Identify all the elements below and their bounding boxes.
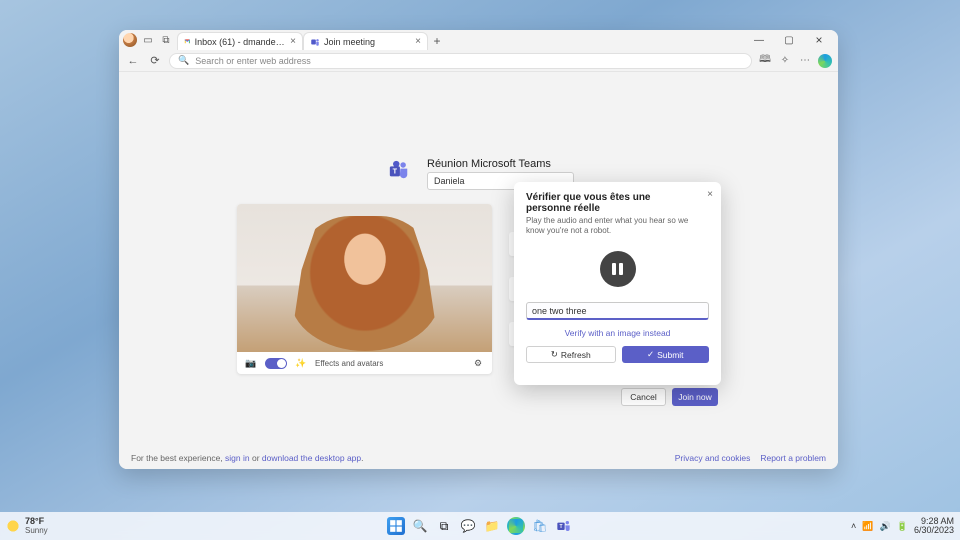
address-bar: ← ⟳ 🔍 Search or enter web address 🕮 ✧ ⋯: [119, 50, 838, 72]
close-icon[interactable]: ×: [415, 37, 421, 47]
gmail-icon: [184, 37, 191, 47]
video-controls-bar: 📷 ✨ Effects and avatars ⚙: [237, 352, 492, 374]
tab-title: Join meeting: [324, 37, 375, 47]
teams-logo-icon: T: [388, 159, 410, 181]
taskbar: 78°F Sunny 🔍 ⧉ 💬 📁 🛍 T ˄ 📶 🔊 🔋 9:28 AM 6…: [0, 512, 960, 540]
minimize-button[interactable]: —: [744, 30, 774, 50]
effects-label[interactable]: Effects and avatars: [315, 359, 383, 368]
clock[interactable]: 9:28 AM 6/30/2023: [914, 517, 954, 536]
taskbar-center: 🔍 ⧉ 💬 📁 🛍 T: [387, 517, 573, 535]
store-button[interactable]: 🛍: [531, 517, 549, 535]
camera-preview: [237, 204, 492, 352]
captcha-heading: Vérifier que vous êtes une personne réel…: [526, 192, 709, 214]
submit-button[interactable]: ✓Submit: [622, 346, 710, 363]
profile-avatar-icon[interactable]: [123, 33, 137, 47]
report-problem-link[interactable]: Report a problem: [760, 453, 826, 463]
tab-title: Inbox (61) - dmandera@gmail.com: [195, 37, 287, 47]
browser-window: ▭ ⧉ Inbox (61) - dmandera@gmail.com × Jo…: [119, 30, 838, 469]
browser-titlebar: ▭ ⧉ Inbox (61) - dmandera@gmail.com × Jo…: [119, 30, 838, 50]
download-app-link[interactable]: download the desktop app: [262, 453, 361, 463]
refresh-label: Refresh: [561, 350, 591, 360]
audio-pause-button[interactable]: [600, 251, 636, 287]
omnibox-placeholder: Search or enter web address: [195, 56, 311, 66]
back-button[interactable]: ←: [125, 53, 141, 69]
close-icon[interactable]: ×: [707, 189, 713, 200]
join-now-button[interactable]: Join now: [672, 388, 718, 406]
verify-image-link[interactable]: Verify with an image instead: [526, 328, 709, 338]
footer-text: For the best experience, sign in or down…: [131, 453, 364, 463]
captcha-subtext: Play the audio and enter what you hear s…: [526, 216, 709, 237]
more-icon[interactable]: ⋯: [798, 54, 812, 68]
weather-desc: Sunny: [25, 527, 48, 535]
chevron-up-icon[interactable]: ˄: [851, 521, 856, 531]
svg-text:T: T: [559, 524, 562, 530]
file-explorer-button[interactable]: 📁: [483, 517, 501, 535]
battery-icon[interactable]: 🔋: [897, 521, 908, 532]
teams-icon: [310, 37, 320, 47]
join-label: Join now: [678, 392, 712, 402]
workspaces-icon[interactable]: ▭: [141, 33, 155, 47]
tab-actions-icon[interactable]: ⧉: [159, 33, 173, 47]
tab-join-meeting[interactable]: Join meeting ×: [303, 32, 428, 50]
cancel-label: Cancel: [630, 392, 656, 402]
effects-icon[interactable]: ✨: [295, 357, 307, 369]
close-icon[interactable]: ×: [290, 37, 296, 47]
cancel-button[interactable]: Cancel: [621, 388, 666, 406]
copilot-icon[interactable]: [818, 54, 832, 68]
check-icon: ✓: [647, 349, 654, 360]
volume-icon[interactable]: 🔊: [880, 521, 891, 532]
omnibox[interactable]: 🔍 Search or enter web address: [169, 53, 752, 69]
wifi-icon[interactable]: 📶: [862, 521, 873, 532]
start-button[interactable]: [387, 517, 405, 535]
captcha-actions: ↻Refresh ✓Submit: [526, 346, 709, 363]
search-button[interactable]: 🔍: [411, 517, 429, 535]
new-tab-button[interactable]: +: [428, 32, 446, 50]
sun-icon: [6, 519, 20, 533]
task-view-button[interactable]: ⧉: [435, 517, 453, 535]
window-controls: — ▢ ×: [744, 30, 834, 50]
tray-date: 6/30/2023: [914, 526, 954, 535]
join-actions: Cancel Join now: [621, 388, 718, 406]
page-footer: For the best experience, sign in or down…: [131, 453, 826, 463]
meeting-title: Réunion Microsoft Teams: [427, 158, 551, 170]
maximize-button[interactable]: ▢: [774, 30, 804, 50]
camera-toggle[interactable]: [265, 358, 287, 369]
tab-strip: Inbox (61) - dmandera@gmail.com × Join m…: [177, 30, 740, 50]
pause-icon: [619, 263, 623, 275]
captcha-answer-input[interactable]: [526, 302, 709, 320]
chat-button[interactable]: 💬: [459, 517, 477, 535]
edge-button[interactable]: [507, 517, 525, 535]
favorites-icon[interactable]: ✧: [778, 54, 792, 68]
settings-gear-icon[interactable]: ⚙: [472, 357, 484, 369]
refresh-button[interactable]: ↻Refresh: [526, 346, 616, 363]
camera-icon[interactable]: 📷: [245, 357, 257, 369]
refresh-button[interactable]: ⟳: [147, 53, 163, 69]
submit-label: Submit: [657, 350, 683, 360]
reader-icon[interactable]: 🕮: [758, 54, 772, 68]
close-button[interactable]: ×: [804, 30, 834, 50]
captcha-modal: × Vérifier que vous êtes une personne ré…: [514, 182, 721, 385]
system-tray[interactable]: ˄ 📶 🔊 🔋 9:28 AM 6/30/2023: [851, 517, 954, 536]
svg-text:T: T: [393, 167, 398, 176]
refresh-icon: ↻: [551, 349, 558, 360]
sign-in-link[interactable]: sign in: [225, 453, 250, 463]
page-content: T Réunion Microsoft Teams 📷 ✨ Effects an…: [119, 72, 838, 469]
privacy-link[interactable]: Privacy and cookies: [675, 453, 751, 463]
teams-button[interactable]: T: [555, 517, 573, 535]
tab-inbox[interactable]: Inbox (61) - dmandera@gmail.com ×: [177, 32, 303, 50]
pause-icon: [612, 263, 616, 275]
video-preview-tile: 📷 ✨ Effects and avatars ⚙: [237, 204, 492, 374]
weather-widget[interactable]: 78°F Sunny: [6, 517, 48, 535]
search-icon: 🔍: [178, 55, 189, 66]
